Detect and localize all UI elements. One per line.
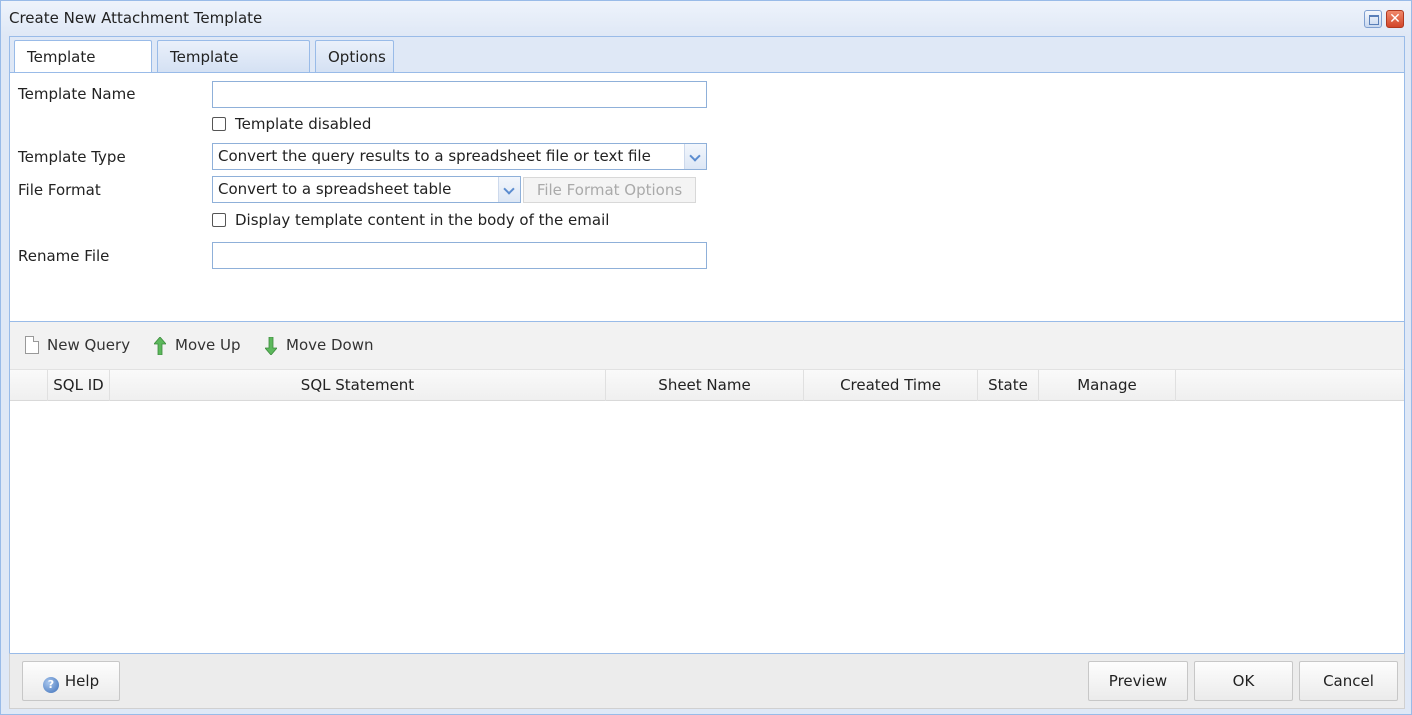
template-type-label: Template Type xyxy=(18,148,126,166)
column-header-sql-statement[interactable]: SQL Statement xyxy=(110,370,606,401)
column-header-sheet-name[interactable]: Sheet Name xyxy=(606,370,804,401)
template-type-value: Convert the query results to a spreadshe… xyxy=(218,147,651,165)
new-query-label: New Query xyxy=(47,336,131,354)
dialog-window: Create New Attachment Template ✕ Templat… xyxy=(0,0,1412,715)
chevron-down-icon[interactable] xyxy=(498,177,520,202)
column-header-manage[interactable]: Manage xyxy=(1039,370,1176,401)
help-label: Help xyxy=(64,672,100,690)
tab-strip: Template Config Template Variables Optio… xyxy=(9,36,1405,98)
tab-template-config[interactable]: Template Config xyxy=(14,40,152,98)
rename-file-label: Rename File xyxy=(18,247,110,265)
chevron-down-icon[interactable] xyxy=(684,144,706,169)
template-disabled-label: Template disabled xyxy=(235,115,372,133)
template-name-input[interactable] xyxy=(212,81,707,108)
column-select xyxy=(10,370,48,401)
move-up-label: Move Up xyxy=(175,336,241,354)
column-header-created-time[interactable]: Created Time xyxy=(804,370,978,401)
new-query-button[interactable]: New Query xyxy=(23,336,130,356)
display-in-body-label: Display template content in the body of … xyxy=(235,211,610,229)
tab-options[interactable]: Options xyxy=(315,40,394,74)
template-config-panel: Template Name Template disabled Template… xyxy=(9,72,1405,322)
preview-button[interactable]: Preview xyxy=(1088,661,1188,701)
file-format-select[interactable]: Convert to a spreadsheet table xyxy=(212,176,521,203)
template-name-label: Template Name xyxy=(18,85,136,103)
grid-toolbar: New Query Move Up Move Down xyxy=(10,322,1404,370)
arrow-down-icon xyxy=(265,337,277,355)
help-button[interactable]: ? Help xyxy=(22,661,120,701)
grid-header: SQL ID SQL Statement Sheet Name Created … xyxy=(10,370,1404,401)
column-header-state[interactable]: State xyxy=(978,370,1039,401)
help-icon: ? xyxy=(42,677,59,693)
arrow-up-icon xyxy=(154,337,166,355)
move-down-label: Move Down xyxy=(286,336,374,354)
tab-template-variables[interactable]: Template Variables xyxy=(157,40,310,98)
close-icon[interactable]: ✕ xyxy=(1386,10,1404,28)
dialog-footer: ? Help Preview OK Cancel xyxy=(9,653,1405,709)
template-disabled-checkbox[interactable] xyxy=(212,117,226,131)
new-document-icon xyxy=(25,336,39,354)
move-down-button[interactable]: Move Down xyxy=(262,336,374,356)
file-format-value: Convert to a spreadsheet table xyxy=(218,180,452,198)
file-format-label: File Format xyxy=(18,181,101,199)
file-format-options-button[interactable]: File Format Options xyxy=(523,177,696,203)
ok-button[interactable]: OK xyxy=(1194,661,1293,701)
move-up-button[interactable]: Move Up xyxy=(151,336,241,356)
maximize-icon[interactable] xyxy=(1364,10,1382,28)
cancel-button[interactable]: Cancel xyxy=(1299,661,1398,701)
window-title: Create New Attachment Template xyxy=(9,9,263,27)
template-type-select[interactable]: Convert the query results to a spreadshe… xyxy=(212,143,707,170)
column-header-sql-id[interactable]: SQL ID xyxy=(48,370,110,401)
title-bar[interactable]: Create New Attachment Template ✕ xyxy=(1,1,1411,36)
display-in-body-checkbox[interactable] xyxy=(212,213,226,227)
rename-file-input[interactable] xyxy=(212,242,707,269)
query-grid: New Query Move Up Move Down SQL ID SQL S… xyxy=(9,321,1405,654)
